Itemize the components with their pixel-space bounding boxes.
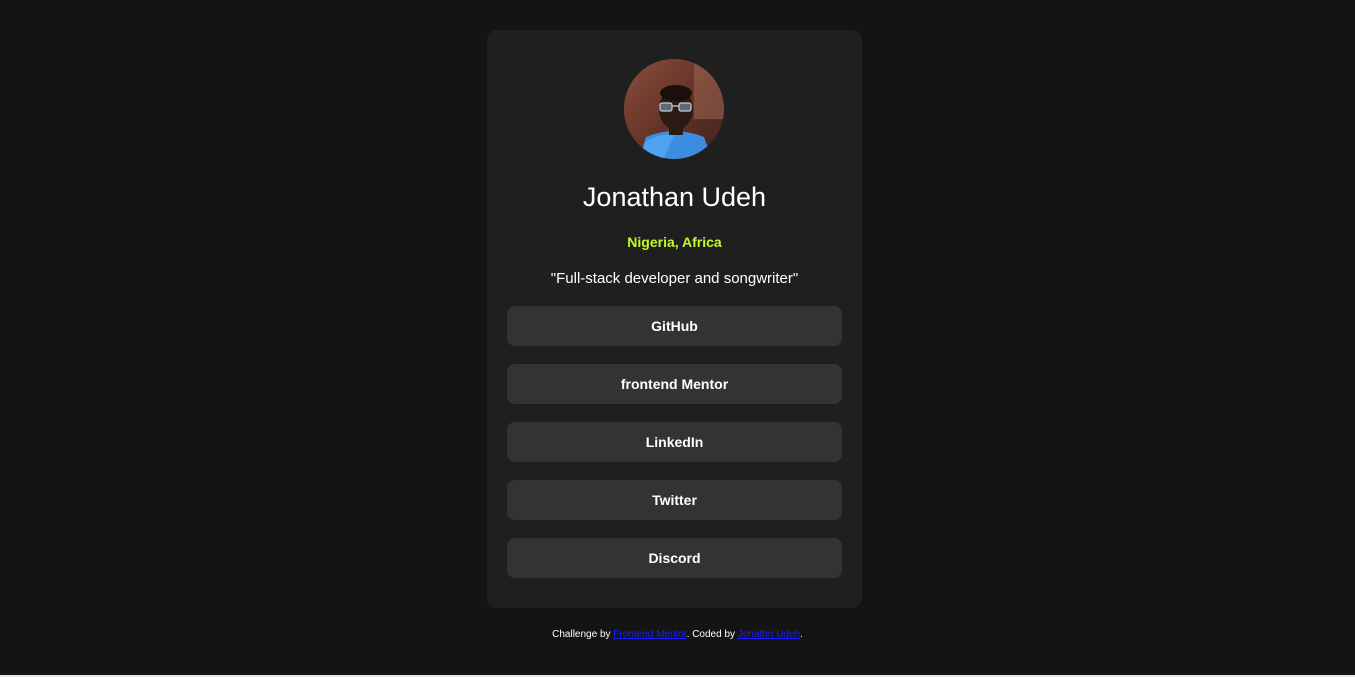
- avatar: [624, 59, 724, 159]
- profile-location: Nigeria, Africa: [627, 234, 722, 250]
- twitter-link-button[interactable]: Twitter: [507, 480, 842, 520]
- github-link-button[interactable]: GitHub: [507, 306, 842, 346]
- profile-bio: "Full-stack developer and songwriter": [550, 270, 799, 287]
- avatar-photo: [624, 59, 724, 159]
- profile-name: Jonathan Udeh: [582, 182, 767, 212]
- linkedin-link-button[interactable]: LinkedIn: [507, 422, 842, 462]
- list-item: frontend Mentor: [507, 364, 842, 404]
- profile-card: Jonathan Udeh Nigeria, Africa "Full-stac…: [487, 30, 862, 608]
- discord-link-button[interactable]: Discord: [507, 538, 842, 578]
- author-attribution-link[interactable]: Jonathn Udeh: [738, 629, 800, 640]
- list-item: LinkedIn: [507, 422, 842, 462]
- attribution-suffix: .: [800, 629, 803, 640]
- attribution-footer: Challenge by Frontend Mentor. Coded by J…: [0, 628, 1355, 641]
- list-item: GitHub: [507, 306, 842, 346]
- attribution-prefix: Challenge by: [552, 629, 614, 640]
- list-item: Discord: [507, 538, 842, 578]
- social-links-list: GitHub frontend Mentor LinkedIn Twitter …: [507, 306, 842, 596]
- frontend-mentor-link-button[interactable]: frontend Mentor: [507, 364, 842, 404]
- attribution-middle: . Coded by: [686, 629, 738, 640]
- list-item: Twitter: [507, 480, 842, 520]
- frontend-mentor-attribution-link[interactable]: Frontend Mentor: [613, 629, 686, 640]
